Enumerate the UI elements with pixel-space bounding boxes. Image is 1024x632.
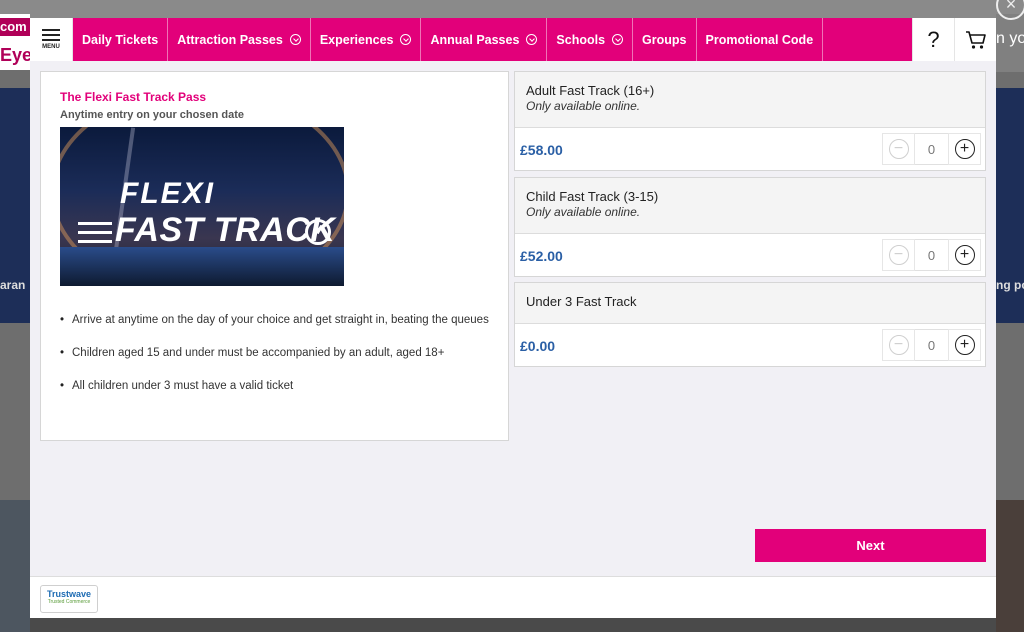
tab-groups[interactable]: Groups <box>633 18 697 61</box>
chevron-down-icon <box>289 34 301 45</box>
next-button[interactable]: Next <box>755 529 986 562</box>
tab-label: Promotional Code <box>705 32 814 47</box>
speed-lines-icon <box>78 222 112 249</box>
tab-schools[interactable]: Schools <box>547 18 634 61</box>
tab-label: Daily Tickets <box>82 32 159 47</box>
close-icon: × <box>1005 0 1017 14</box>
trustwave-subtitle: Trusted Commerce <box>47 599 91 605</box>
ticket-adult: Adult Fast Track (16+) Only available on… <box>514 71 986 171</box>
quantity-value[interactable]: 0 <box>915 329 948 361</box>
help-button[interactable]: ? <box>912 18 954 61</box>
pass-title: The Flexi Fast Track Pass <box>60 90 207 104</box>
ticket-name: Adult Fast Track (16+) <box>526 83 655 98</box>
increase-button[interactable]: + <box>948 133 981 165</box>
quantity-value[interactable]: 0 <box>915 239 948 271</box>
clock-icon <box>305 219 331 245</box>
background-image-left <box>0 500 30 632</box>
quantity-stepper: − 0 + <box>882 329 981 361</box>
background-brand: com Eye <box>0 14 30 70</box>
tab-label: Groups <box>642 32 687 47</box>
decrease-button[interactable]: − <box>882 329 915 361</box>
ticket-price: £52.00 <box>520 248 563 264</box>
pass-hero-image: FLEXI FAST TRACK <box>60 127 344 286</box>
plus-icon: + <box>954 245 975 265</box>
ticket-price: £0.00 <box>520 338 556 354</box>
booking-modal: MENU Daily Tickets Attraction Passes Exp… <box>30 18 996 618</box>
background-banner-right: ng po <box>996 88 1024 323</box>
plus-icon: + <box>954 335 975 355</box>
help-icon: ? <box>927 26 940 52</box>
minus-icon: − <box>888 335 909 355</box>
menu-button[interactable]: MENU <box>30 18 73 61</box>
background-banner-left-text: aran <box>0 278 26 292</box>
decrease-button[interactable]: − <box>882 133 915 165</box>
background-image-right <box>996 500 1024 632</box>
ticket-note: Only available online. <box>526 205 641 219</box>
tab-annual-passes[interactable]: Annual Passes <box>421 18 548 61</box>
tab-experiences[interactable]: Experiences <box>311 18 422 61</box>
plus-icon: + <box>954 139 975 159</box>
list-item: All children under 3 must have a valid t… <box>60 378 490 395</box>
background-footer <box>30 618 996 632</box>
hero-text-line1: FLEXI <box>120 177 216 210</box>
trustwave-badge[interactable]: Trustwave Trusted Commerce <box>40 585 98 613</box>
tab-label: Schools <box>556 32 606 47</box>
background-brand-top: com <box>0 18 30 36</box>
trustwave-logo: Trustwave <box>46 589 92 599</box>
background-banner-left: aran <box>0 88 30 323</box>
ticket-name: Under 3 Fast Track <box>526 294 637 309</box>
minus-icon: − <box>888 139 909 159</box>
ticket-body: £52.00 − 0 + <box>515 234 985 276</box>
cart-icon <box>965 30 986 49</box>
pass-info-card: The Flexi Fast Track Pass Anytime entry … <box>40 71 509 441</box>
ticket-header: Adult Fast Track (16+) Only available on… <box>515 72 985 128</box>
ticket-name: Child Fast Track (3-15) <box>526 189 659 204</box>
quantity-value[interactable]: 0 <box>915 133 948 165</box>
tab-attraction-passes[interactable]: Attraction Passes <box>168 18 311 61</box>
cart-button[interactable] <box>954 18 996 61</box>
tab-label: Annual Passes <box>430 32 520 47</box>
chevron-down-icon <box>612 34 624 45</box>
quantity-stepper: − 0 + <box>882 133 981 165</box>
ticket-header: Child Fast Track (3-15) Only available o… <box>515 178 985 234</box>
tab-promotional-code[interactable]: Promotional Code <box>697 18 824 61</box>
ticket-child: Child Fast Track (3-15) Only available o… <box>514 177 986 277</box>
modal-footer: Trustwave Trusted Commerce <box>30 576 996 618</box>
tab-label: Experiences <box>319 32 394 47</box>
chevron-down-icon <box>400 34 412 45</box>
ticket-body: £58.00 − 0 + <box>515 128 985 170</box>
increase-button[interactable]: + <box>948 239 981 271</box>
next-button-label: Next <box>856 538 885 553</box>
background-header-right-text: n yo <box>996 30 1024 47</box>
ticket-note: Only available online. <box>526 99 641 113</box>
background-banner-right-text: ng po <box>996 278 1024 292</box>
list-item: Arrive at anytime on the day of your cho… <box>60 312 490 329</box>
decrease-button[interactable]: − <box>882 239 915 271</box>
quantity-stepper: − 0 + <box>882 239 981 271</box>
menu-label: MENU <box>42 44 60 50</box>
pass-benefits-list: Arrive at anytime on the day of your cho… <box>60 312 490 411</box>
ticket-body: £0.00 − 0 + <box>515 324 985 366</box>
pass-subtitle: Anytime entry on your chosen date <box>60 109 244 121</box>
tab-label: Attraction Passes <box>177 32 283 47</box>
list-item: Children aged 15 and under must be accom… <box>60 345 490 362</box>
ticket-header: Under 3 Fast Track <box>515 283 985 324</box>
ticket-price: £58.00 <box>520 142 563 158</box>
hamburger-icon <box>42 29 60 41</box>
nav-tabs: Daily Tickets Attraction Passes Experien… <box>73 18 912 61</box>
hero-text-line2: FAST TRACK <box>115 211 336 249</box>
background-header <box>0 0 1024 18</box>
chevron-down-icon <box>526 34 538 45</box>
top-navigation: MENU Daily Tickets Attraction Passes Exp… <box>30 18 996 61</box>
tab-daily-tickets[interactable]: Daily Tickets <box>73 18 169 61</box>
background-header-right: n yo <box>996 14 1024 72</box>
minus-icon: − <box>888 245 909 265</box>
ticket-under-3: Under 3 Fast Track £0.00 − 0 + <box>514 282 986 367</box>
increase-button[interactable]: + <box>948 329 981 361</box>
background-brand-bottom: Eye <box>0 45 30 65</box>
